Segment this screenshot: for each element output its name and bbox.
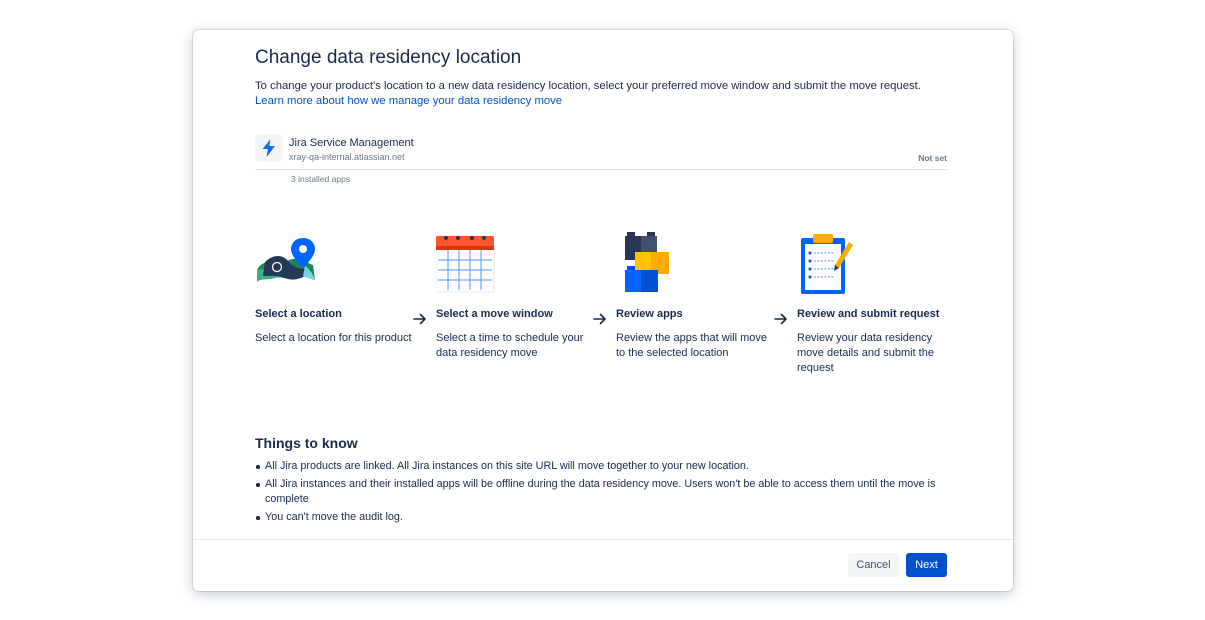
modal-dialog: Change data residency location To change… (193, 30, 1013, 591)
arrow-right-icon (593, 313, 606, 325)
next-button[interactable]: Next (906, 553, 947, 577)
modal-title: Change data residency location (255, 47, 522, 68)
product-status: Not set (918, 153, 947, 163)
stacked-blocks-icon (625, 232, 669, 292)
product-url: xray-qa-internal.atlassian.net (289, 152, 405, 162)
steps-row: Select a location Select a location for … (255, 232, 955, 392)
cancel-button[interactable]: Cancel (848, 553, 899, 577)
step-title: Review and submit request (797, 308, 940, 320)
things-to-know-title: Things to know (255, 435, 358, 451)
clipboard-checklist-icon (801, 234, 853, 294)
installed-apps-count: 3 installed apps (291, 174, 351, 184)
step-title: Select a move window (436, 308, 553, 320)
list-item: All Jira instances and their installed a… (255, 477, 955, 507)
intro-text: To change your product's location to a n… (255, 80, 921, 92)
step-title: Select a location (255, 308, 342, 320)
learn-more-link[interactable]: Learn more about how we manage your data… (255, 95, 562, 107)
step-description: Select a location for this product (255, 332, 412, 344)
step-title: Review apps (616, 308, 683, 320)
product-row: Jira Service Management xray-qa-internal… (255, 133, 947, 170)
step-description: Select a time to schedule your data resi… (436, 332, 584, 359)
map-location-pin-icon (257, 238, 315, 282)
jira-service-management-lightning-icon (255, 134, 283, 162)
list-item: You can't move the audit log. (255, 510, 955, 525)
arrow-right-icon (413, 313, 426, 325)
step-description: Review your data residency move details … (797, 332, 934, 374)
modal-intro: To change your product's location to a n… (255, 79, 947, 109)
step-description: Review the apps that will move to the se… (616, 332, 768, 359)
modal-footer: Cancel Next (193, 539, 1013, 591)
things-to-know-list: All Jira products are linked. All Jira i… (255, 459, 955, 525)
product-name: Jira Service Management (289, 137, 414, 149)
arrow-right-icon (774, 313, 787, 325)
calendar-icon (436, 235, 495, 293)
list-item: All Jira products are linked. All Jira i… (255, 459, 955, 474)
things-to-know-section: Things to know All Jira products are lin… (255, 435, 955, 528)
